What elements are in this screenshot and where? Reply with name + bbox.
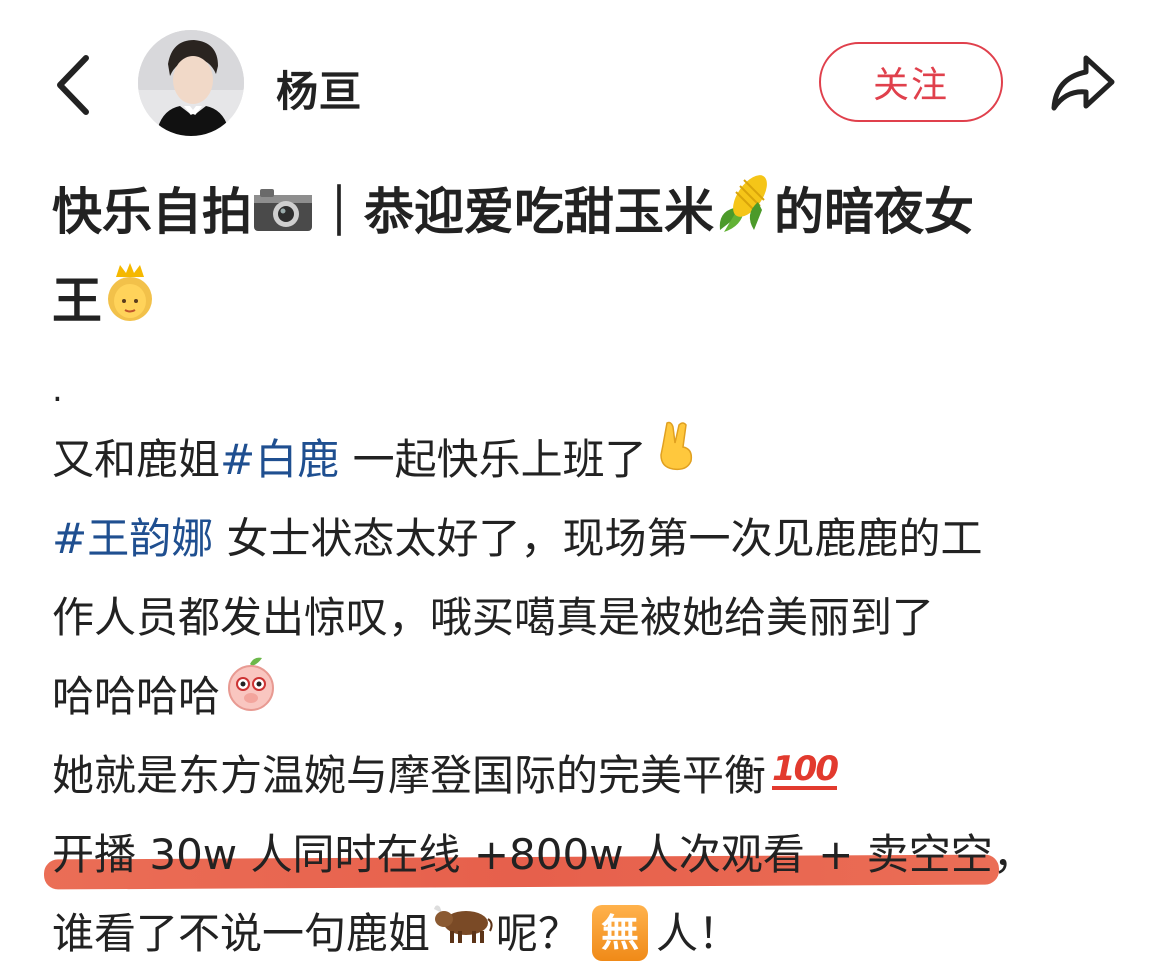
follow-button[interactable]: 关注: [819, 42, 1003, 122]
peach-face-emoji-icon: [224, 654, 278, 737]
body-text: 人！: [656, 909, 741, 958]
victory-hand-emoji-icon: [655, 417, 699, 496]
body-text: ，: [992, 830, 1035, 879]
body-line-7: 谁看了不说一句鹿姐 呢？無人！: [52, 894, 1142, 973]
body-text: 呢？: [496, 909, 581, 958]
body-line-5: 她就是东方温婉与摩登国际的完美平衡 100: [52, 736, 1142, 815]
author-name[interactable]: 杨亘: [276, 58, 362, 119]
body-line-1: 又和鹿姐#白鹿 一起快乐上班了: [52, 420, 1142, 499]
post-header: 杨亘 关注: [0, 0, 1170, 160]
ox-emoji-icon: [432, 891, 494, 970]
hashtag-link-bailu[interactable]: #白鹿: [220, 435, 339, 484]
title-text-4: 王: [52, 272, 102, 330]
body-text: 哈哈哈哈: [52, 672, 221, 721]
title-text-3: 的暗夜女: [774, 183, 974, 241]
body-line-6: 开播 30w 人同时在线 +800w 人次观看 + 卖空空，: [43, 815, 1142, 894]
title-text-2: ｜恭迎爱吃甜玉米: [314, 183, 714, 241]
body-text: 又和鹿姐: [52, 435, 221, 484]
body-line-4: 哈哈哈哈: [52, 657, 1142, 736]
title-text-1: 快乐自拍: [52, 183, 252, 241]
post-title: 快乐自拍 ｜恭迎爱吃甜玉米 的暗夜女 王: [52, 170, 1132, 348]
corn-emoji-icon: [714, 172, 774, 259]
hashtag-link-wangyunna[interactable]: #王韵娜: [52, 514, 213, 563]
separator-dot: .: [52, 370, 63, 410]
no-emoji-badge-icon: 無: [592, 904, 649, 961]
share-icon: [1051, 55, 1115, 111]
highlighted-stats: 开播 30w 人同时在线 +800w 人次观看 + 卖空空: [43, 815, 999, 894]
post-body: 又和鹿姐#白鹿 一起快乐上班了 #王韵娜 女士状态太好了，现场第一次见鹿鹿的工 …: [43, 420, 1142, 973]
chevron-left-icon: [57, 55, 89, 115]
body-text: 谁看了不说一句鹿姐: [52, 909, 431, 958]
highlighted-stats-text: 开播 30w 人同时在线 +800w 人次观看 + 卖空空: [52, 830, 993, 879]
body-line-3: 作人员都发出惊叹，哦买噶真是被她给美丽到了: [52, 578, 1142, 657]
body-line-2: #王韵娜 女士状态太好了，现场第一次见鹿鹿的工: [52, 499, 1142, 578]
hundred-points-emoji-icon: 100: [772, 748, 839, 790]
camera-emoji-icon: [252, 174, 314, 258]
body-text: 女士状态太好了，现场第一次见鹿鹿的工: [213, 514, 983, 563]
body-text: 作人员都发出惊叹，哦买噶真是被她给美丽到了: [52, 593, 935, 642]
author-avatar[interactable]: [138, 30, 244, 136]
avatar-image: [138, 30, 244, 136]
share-button[interactable]: [1048, 52, 1118, 114]
body-text: 一起快乐上班了: [339, 435, 647, 484]
back-button[interactable]: [52, 50, 96, 120]
princess-emoji-icon: [102, 261, 158, 348]
body-text: 她就是东方温婉与摩登国际的完美平衡: [52, 751, 767, 800]
